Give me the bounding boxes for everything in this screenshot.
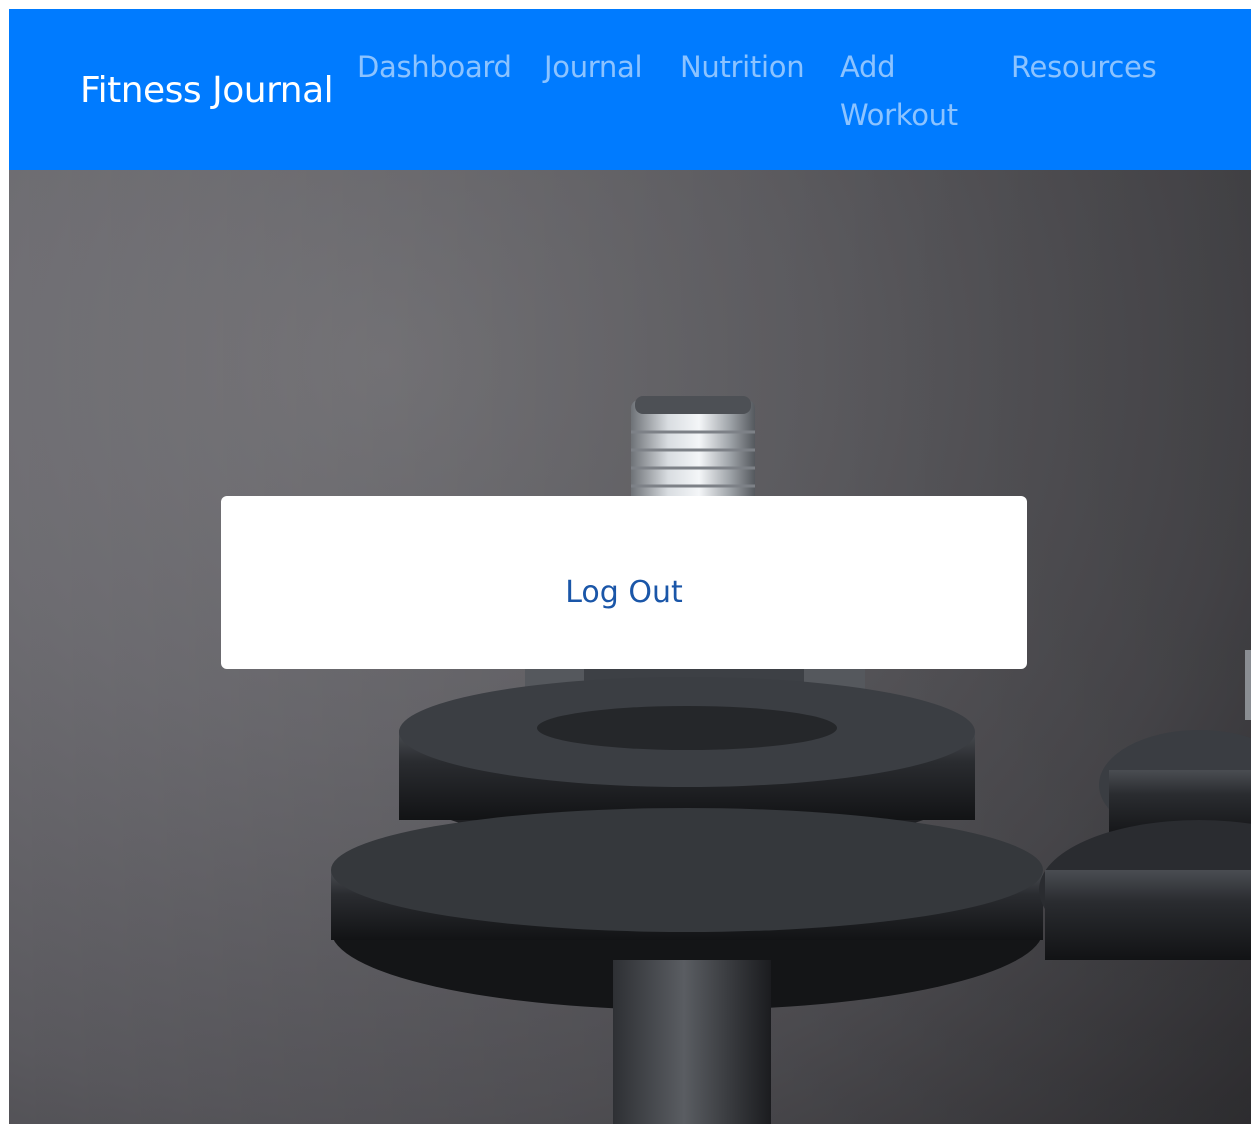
app-frame: Fitness Journal Dashboard Journal Nutrit… [9,9,1251,1124]
nav-link-resources[interactable]: Resources [1011,43,1157,91]
nav-link-add-workout[interactable]: Add Workout [840,43,990,139]
nav-link-journal[interactable]: Journal [544,43,643,91]
logout-card: Log Out [221,496,1027,669]
nav-link-dashboard[interactable]: Dashboard [357,43,512,91]
navbar-brand[interactable]: Fitness Journal [80,66,334,116]
hero-background-image: Log Out [9,170,1251,1124]
navbar: Fitness Journal Dashboard Journal Nutrit… [9,9,1251,170]
logout-button[interactable]: Log Out [221,496,1027,669]
nav-link-nutrition[interactable]: Nutrition [680,43,805,91]
